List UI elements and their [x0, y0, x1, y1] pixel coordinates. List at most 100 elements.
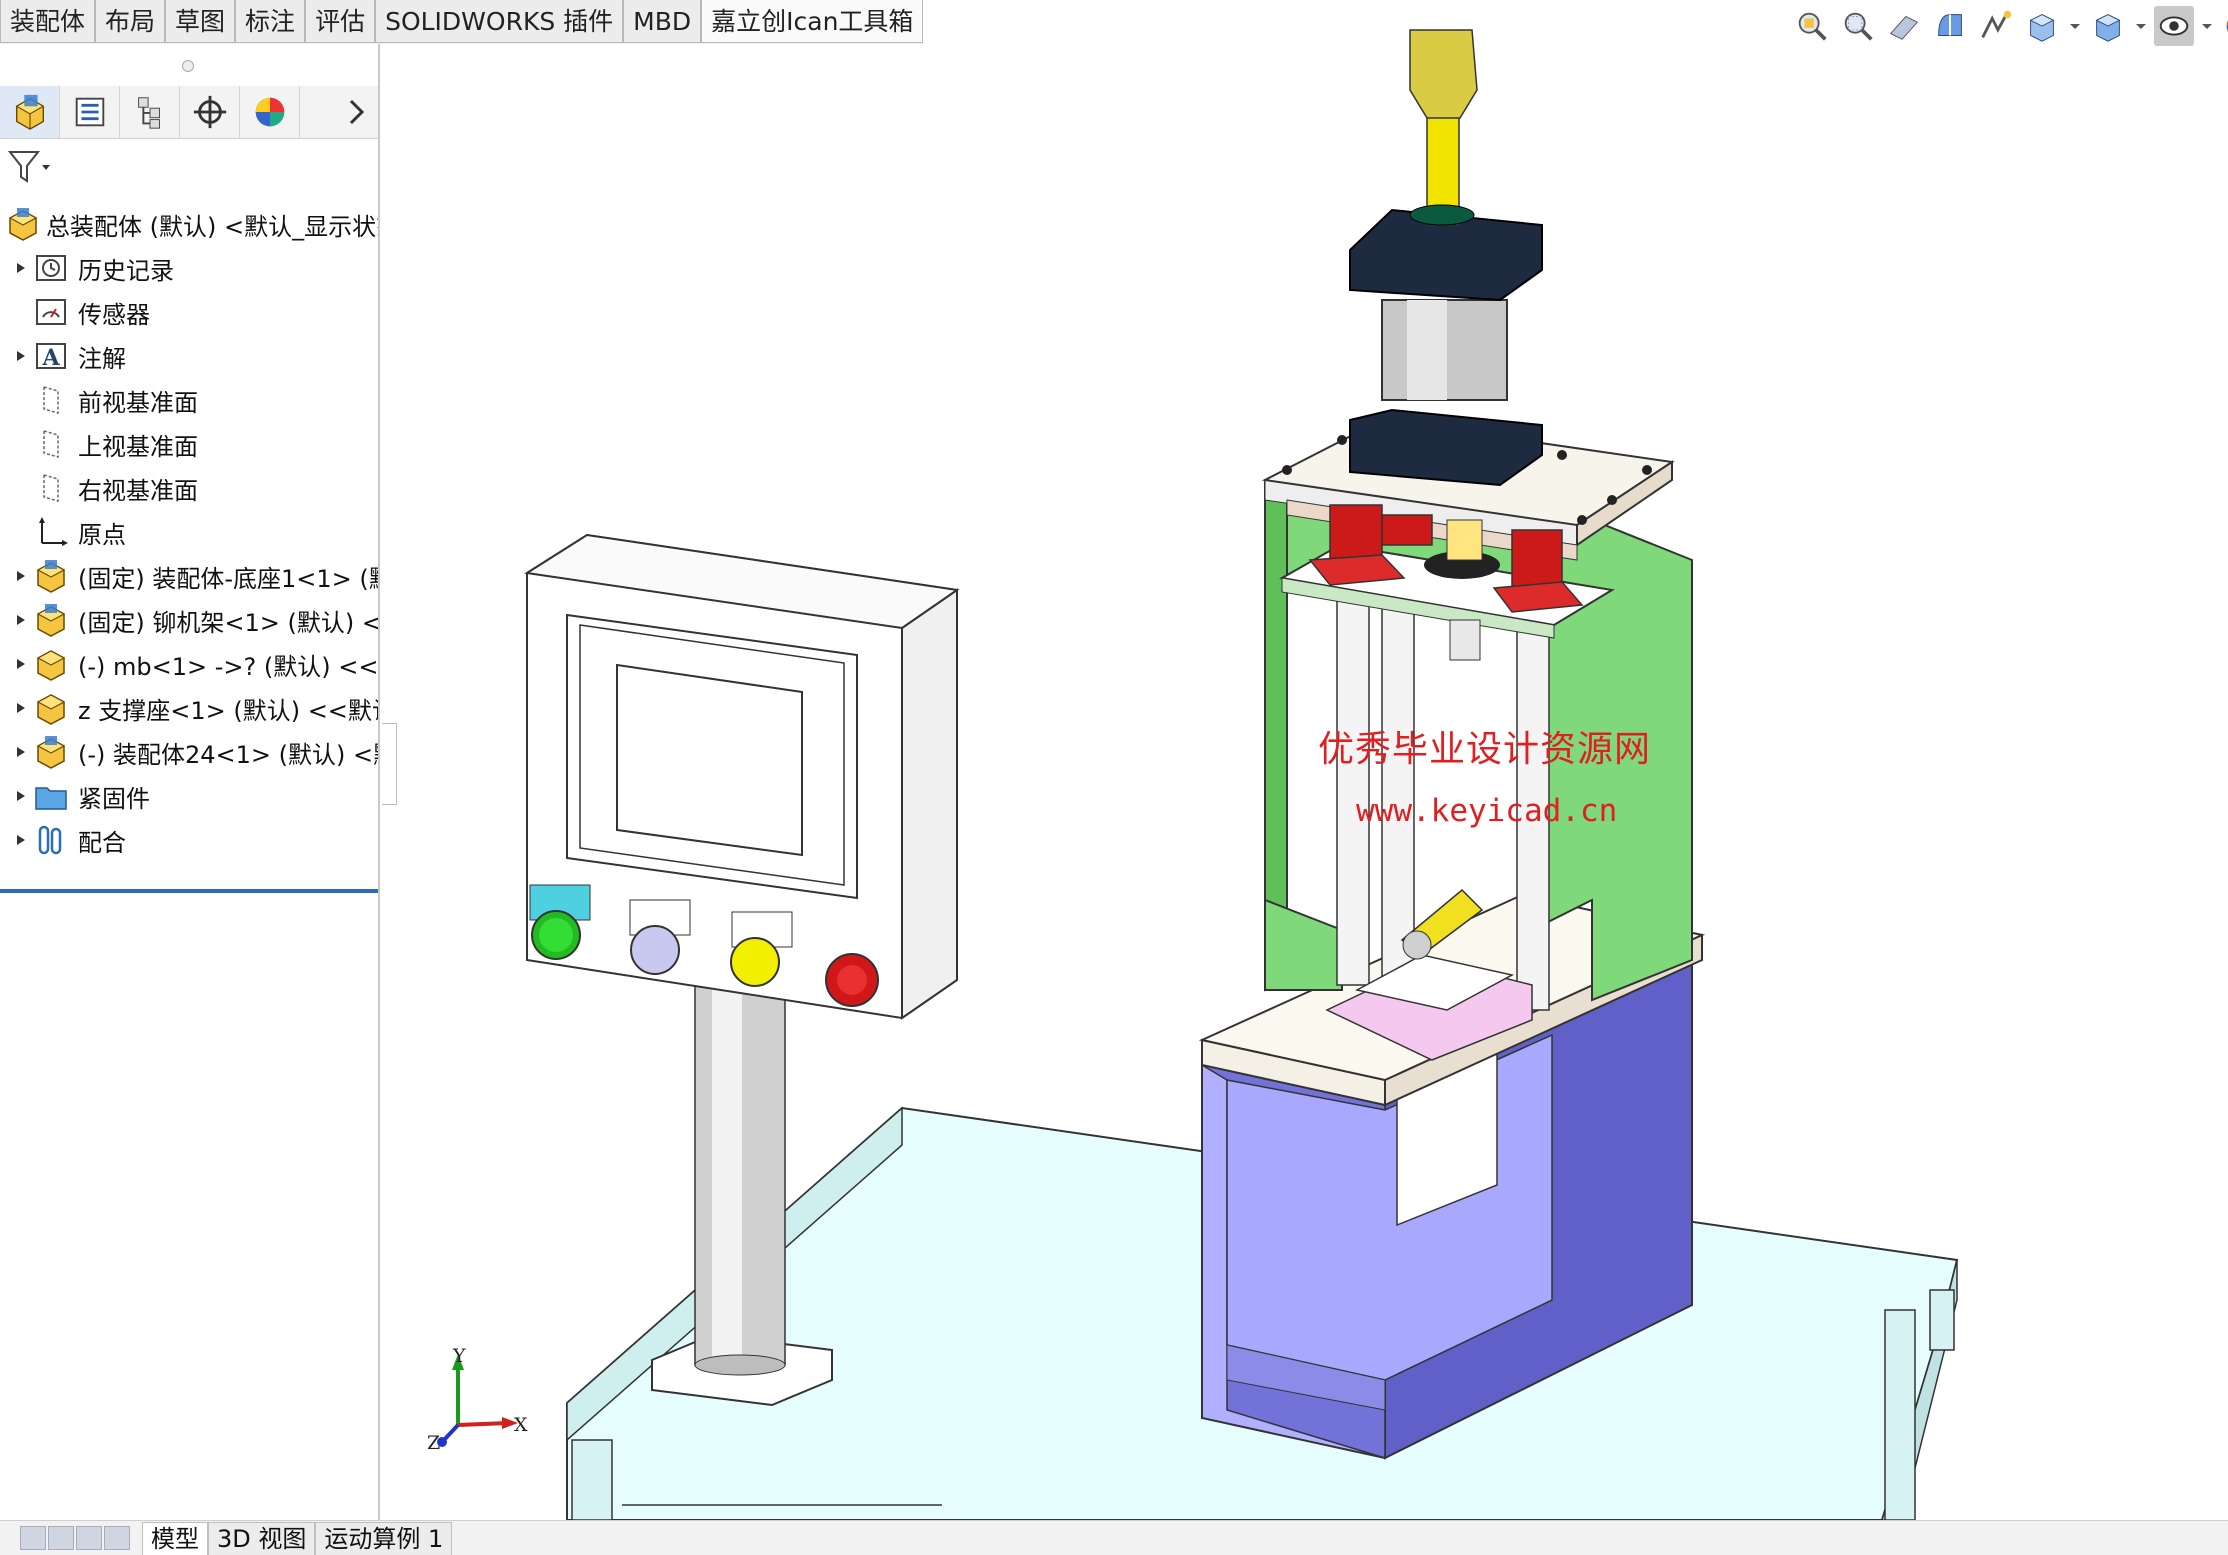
bottom-tab-bar: 模型 3D 视图 运动算例 1 [0, 1520, 2228, 1555]
history-icon [36, 255, 66, 281]
tree-item[interactable]: 前视基准面 [0, 378, 378, 422]
part-icon [36, 650, 66, 681]
expand-arrow-icon[interactable] [14, 349, 28, 363]
tab-evaluate[interactable]: 评估 [305, 0, 376, 43]
tree-root-label: 总装配体 (默认) <默认_显示状态 [46, 212, 378, 241]
expand-arrow-icon[interactable] [14, 657, 28, 671]
tree-item[interactable]: 历史记录 [0, 246, 378, 290]
assembly-icon [36, 560, 66, 593]
watermark-title: 优秀毕业设计资源网 [1318, 729, 1652, 770]
tab-scroll-arrows [20, 1526, 130, 1552]
plane-icon [43, 386, 59, 414]
first-tab-icon[interactable] [20, 1526, 46, 1550]
zoom-to-fit-icon[interactable] [1792, 6, 1832, 46]
air-cylinder [1349, 29, 1543, 487]
tree-item-label: (固定) 铆机架<1> (默认) < [78, 608, 378, 637]
mates-icon [38, 825, 62, 855]
expand-arrow-icon[interactable] [14, 833, 28, 847]
zoom-to-area-icon[interactable] [1838, 6, 1878, 46]
axis-x-label: X [514, 1414, 528, 1436]
featuremanager-icon[interactable] [0, 86, 60, 138]
tree-root[interactable]: 总装配体 (默认) <默认_显示状态 [0, 202, 378, 246]
dynamic-annotation-icon[interactable] [1976, 6, 2016, 46]
tree-item[interactable]: 上视基准面 [0, 422, 378, 466]
next-tab-icon[interactable] [76, 1526, 102, 1550]
tree-item[interactable]: 配合 [0, 818, 378, 862]
axis-z-label: Z [427, 1432, 441, 1454]
tree-item-label: (-) mb<1> ->? (默认) <<默 [78, 652, 378, 681]
tree-item[interactable]: 传感器 [0, 290, 378, 334]
tree-end-marker [0, 889, 378, 893]
heads-up-view-toolbar [1792, 4, 2228, 48]
tab-layout[interactable]: 布局 [95, 0, 166, 43]
feature-tree: 总装配体 (默认) <默认_显示状态 历史记录传感器 A 注解前视基准面上视基准面右… [0, 202, 378, 862]
section-view-icon[interactable] [1930, 6, 1970, 46]
tree-item-label: (固定) 装配体-底座1<1> (默 [78, 564, 378, 593]
axis-y-label: Y [453, 1345, 466, 1367]
feature-manager-pane: 总装配体 (默认) <默认_显示状态 历史记录传感器 A 注解前视基准面上视基准面右… [0, 44, 380, 1545]
tree-item-label: 注解 [78, 344, 126, 373]
tree-item-label: 原点 [78, 520, 126, 549]
tree-item-label: 紧固件 [78, 784, 150, 813]
tree-item[interactable]: (-) mb<1> ->? (默认) <<默 [0, 642, 378, 686]
plane-icon [43, 430, 59, 458]
edit-appearance-icon[interactable] [2220, 6, 2228, 46]
svg-text:A: A [41, 345, 60, 371]
tree-item-label: 历史记录 [78, 256, 174, 285]
chevron-down-icon[interactable] [2068, 6, 2082, 46]
expand-arrow-icon[interactable] [14, 613, 28, 627]
dimxpert-icon[interactable] [180, 86, 240, 138]
chevron-down-icon[interactable] [2200, 6, 2214, 46]
view-orientation-icon[interactable] [2022, 6, 2062, 46]
tab-markup[interactable]: 标注 [235, 0, 306, 43]
tab-model[interactable]: 模型 [142, 1522, 208, 1555]
tab-3d-views[interactable]: 3D 视图 [208, 1522, 316, 1555]
previous-view-icon[interactable] [1884, 6, 1924, 46]
configurationmanager-icon[interactable] [120, 86, 180, 138]
assembly-icon [36, 736, 66, 769]
tree-item-label: 上视基准面 [78, 432, 198, 461]
expand-arrow-icon[interactable] [14, 789, 28, 803]
assembly-model [524, 29, 1959, 1520]
last-tab-icon[interactable] [104, 1526, 130, 1550]
tab-assembly[interactable]: 装配体 [0, 0, 96, 43]
hide-show-items-icon[interactable] [2154, 6, 2194, 46]
display-style-icon[interactable] [2088, 6, 2128, 46]
pane-splitter-grip[interactable] [182, 60, 194, 72]
propertymanager-icon[interactable] [60, 86, 120, 138]
expand-arrow-icon[interactable] [14, 261, 28, 275]
tree-item[interactable]: A 注解 [0, 334, 378, 378]
expand-arrow-icon[interactable] [14, 701, 28, 715]
graphics-area[interactable]: 优秀毕业设计资源网 www.keyicad.cn Y X Z [382, 0, 2228, 1520]
chevron-down-icon[interactable] [2134, 6, 2148, 46]
tree-item-label: 传感器 [78, 300, 150, 329]
origin-icon [39, 517, 68, 546]
expand-arrow-icon[interactable] [14, 745, 28, 759]
sensor-icon [36, 299, 66, 325]
tree-item[interactable]: z 支撑座<1> (默认) <<默认 [0, 686, 378, 730]
tab-sketch[interactable]: 草图 [165, 0, 236, 43]
tree-item[interactable]: 紧固件 [0, 774, 378, 818]
tree-item-label: z 支撑座<1> (默认) <<默认 [78, 696, 378, 725]
plane-icon [43, 474, 59, 502]
expand-arrow-icon[interactable] [14, 569, 28, 583]
displaymanager-icon[interactable] [240, 86, 300, 138]
watermark-url: www.keyicad.cn [1356, 793, 1618, 829]
prev-tab-icon[interactable] [48, 1526, 74, 1550]
tree-item-label: 配合 [78, 828, 126, 857]
tree-item-label: 右视基准面 [78, 476, 198, 505]
tree-item-label: (-) 装配体24<1> (默认) <默 [78, 740, 378, 769]
assembly-icon [36, 604, 66, 637]
filter-icon[interactable] [6, 147, 50, 187]
tree-item[interactable]: 右视基准面 [0, 466, 378, 510]
folder-icon [35, 787, 67, 810]
chevron-right-icon[interactable] [334, 86, 378, 138]
tree-item[interactable]: (固定) 铆机架<1> (默认) < [0, 598, 378, 642]
tree-item[interactable]: (-) 装配体24<1> (默认) <默 [0, 730, 378, 774]
tree-item[interactable]: (固定) 装配体-底座1<1> (默 [0, 554, 378, 598]
tree-item[interactable]: 原点 [0, 510, 378, 554]
manager-tabs [0, 86, 378, 139]
tree-filter[interactable] [6, 142, 376, 192]
part-icon [36, 694, 66, 725]
tab-motion-study-1[interactable]: 运动算例 1 [315, 1522, 453, 1555]
